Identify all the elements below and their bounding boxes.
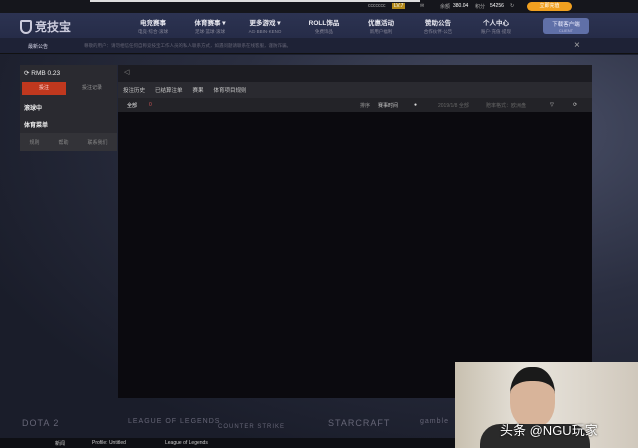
- gamble-logo: gamble: [420, 418, 449, 425]
- nav-announcements[interactable]: 赞助公告合作伙伴·公告: [408, 17, 468, 35]
- history-tabs: 投注历史 已结算注单 赛果 体育项目规则: [118, 82, 592, 98]
- taskbar-item[interactable]: League of Legends: [165, 440, 208, 446]
- username: ccccccc: [368, 3, 386, 9]
- filter-row: 全部 0 排序 赛事时间 ● 2019/1/8 全部 赔率格式：欧洲盘 ▽ ⟳: [118, 98, 592, 112]
- nav-title: 更多游戏 ▾: [249, 20, 281, 27]
- mail-icon[interactable]: ✉: [420, 3, 424, 9]
- main-nav: 竞技宝 电竞赛事电竞·综合·滚球 体育赛事 ▾ 足球·篮球·滚球 更多游戏 ▾ AG…: [0, 13, 638, 38]
- balance-label: 余额: [440, 4, 451, 10]
- nav-roll[interactable]: ROLL饰品 免费饰品: [294, 17, 354, 35]
- bet-slip-panel: ⟳ RMB 0.23 投注 投注记录 滚球中 体育菜单 规则 帮助 联系我们: [20, 65, 117, 151]
- deposit-button[interactable]: 立即充值: [527, 2, 572, 11]
- tab-bet-history[interactable]: 投注记录: [70, 82, 114, 95]
- level-badge: LV.7: [392, 3, 406, 9]
- panel-footer: 规则 帮助 联系我们: [20, 133, 117, 151]
- filter-count-badge: 0: [149, 102, 152, 108]
- tab-sports-rules[interactable]: 体育项目规则: [214, 86, 247, 94]
- logo[interactable]: 竞技宝: [20, 18, 71, 35]
- nav-sub: 账户·充值·提现: [481, 29, 511, 34]
- tab-bet[interactable]: 投注: [22, 82, 66, 95]
- watermark: 头条 @NGU玩家: [500, 423, 598, 438]
- refresh-icon[interactable]: ⟳: [573, 102, 577, 108]
- logo-shield-icon: [20, 19, 32, 34]
- settings-icon[interactable]: ●: [414, 102, 417, 108]
- nav-sub: 足球·篮球·滚球: [195, 29, 225, 34]
- points-value: 54256: [490, 3, 504, 9]
- nav-title: 电竞赛事: [140, 20, 166, 27]
- streamer-face: [510, 367, 555, 427]
- help-link[interactable]: 帮助: [58, 139, 68, 146]
- balance-value: 380.04: [453, 3, 469, 9]
- client-sub: CLIENT: [558, 28, 574, 33]
- top-bar: ccccccc LV.7 ✉ 余额 380.04 积分 54256 ↻ 立即充值: [0, 0, 638, 13]
- in-play-heading[interactable]: 滚球中: [24, 103, 42, 112]
- tab-bet-history[interactable]: 投注历史: [123, 86, 145, 94]
- sort-label: 排序: [360, 103, 371, 109]
- nav-more-games[interactable]: 更多游戏 ▾ AG·BBIN·KENO: [235, 17, 295, 34]
- lol-logo: LEAGUE OF LEGENDS: [128, 418, 221, 425]
- notice-text: 尊敬的用户：请勿相信任何自称竞技宝工作人员的私人联系方式，如遇问题请联系在线客服…: [84, 43, 291, 48]
- nav-sub: 电竞·综合·滚球: [138, 29, 168, 34]
- logo-text: 竞技宝: [35, 20, 72, 34]
- rules-link[interactable]: 规则: [29, 139, 39, 146]
- nav-profile[interactable]: 个人中心账户·充值·提现: [466, 17, 526, 35]
- nav-sub: 免费饰品: [315, 29, 333, 34]
- notice-bar: 最新公告 尊敬的用户：请勿相信任何自称竞技宝工作人员的私人联系方式，如遇问题请联…: [0, 38, 638, 54]
- tab-settled[interactable]: 已结算注单: [155, 86, 183, 94]
- nav-title: 体育赛事 ▾: [194, 20, 226, 27]
- points-label: 积分: [475, 4, 486, 10]
- cs-logo: COUNTER STRIKE: [218, 424, 286, 430]
- close-icon[interactable]: ×: [574, 40, 580, 51]
- filter-icon[interactable]: ▽: [550, 102, 554, 108]
- nav-sub: AG·BBIN·KENO: [248, 29, 282, 34]
- back-arrow-icon[interactable]: ◁: [118, 65, 592, 82]
- date-filter[interactable]: 2019/1/8 全部: [438, 102, 469, 109]
- client-download-button[interactable]: 下载客户端 CLIENT: [543, 18, 589, 34]
- client-label: 下载客户端: [552, 22, 580, 28]
- starcraft-logo: STARCRAFT: [328, 418, 391, 428]
- odds-format[interactable]: 赔率格式：欧洲盘: [486, 102, 526, 109]
- nav-esports[interactable]: 电竞赛事电竞·综合·滚球: [123, 17, 183, 35]
- divider: [90, 0, 420, 2]
- taskbar-item[interactable]: 新闻: [55, 440, 65, 447]
- main-panel: ◁ 投注历史 已结算注单 赛果 体育项目规则 全部 0 排序 赛事时间 ● 20…: [118, 65, 592, 398]
- sort-select[interactable]: 赛事时间: [378, 102, 398, 109]
- dota2-logo: DOTA 2: [22, 418, 60, 428]
- tab-results[interactable]: 赛果: [193, 86, 204, 94]
- refresh-icon[interactable]: ↻: [510, 3, 514, 9]
- balance-display: ⟳ RMB 0.23: [24, 69, 60, 77]
- rmb-balance: RMB 0.23: [31, 70, 61, 77]
- taskbar-item[interactable]: Profile: Untitled: [92, 440, 126, 446]
- nav-title: 赞助公告: [425, 20, 451, 27]
- nav-title: ROLL饰品: [308, 20, 340, 27]
- nav-sports[interactable]: 体育赛事 ▾ 足球·篮球·滚球: [180, 17, 240, 35]
- notice-label: 最新公告: [28, 44, 49, 50]
- filter-all[interactable]: 全部: [127, 102, 137, 109]
- refresh-icon[interactable]: ⟳: [24, 70, 29, 77]
- sports-menu-heading[interactable]: 体育菜单: [24, 120, 48, 129]
- contact-link[interactable]: 联系我们: [87, 139, 107, 146]
- nav-title: 优惠活动: [368, 20, 394, 27]
- nav-title: 个人中心: [483, 20, 509, 27]
- nav-promotions[interactable]: 优惠活动 新用户福利: [351, 17, 411, 35]
- nav-sub: 新用户福利: [369, 29, 393, 34]
- nav-sub: 合作伙伴·公告: [423, 29, 453, 34]
